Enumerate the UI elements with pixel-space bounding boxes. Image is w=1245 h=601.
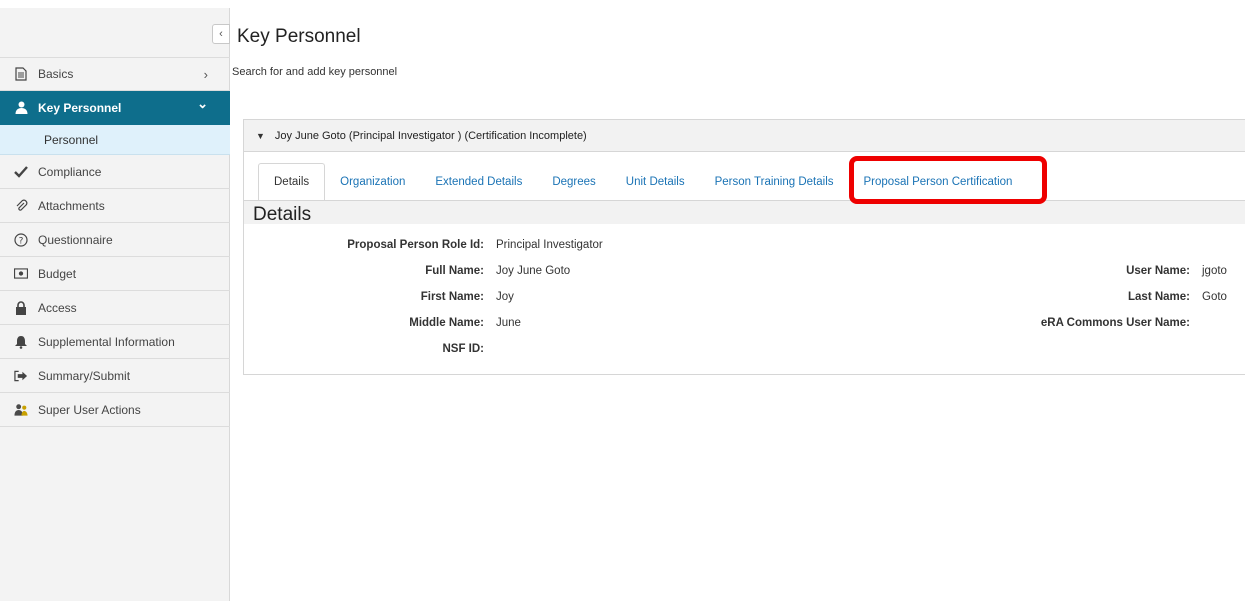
page-subtitle: Search for and add key personnel (232, 66, 398, 78)
sidebar-item-key-personnel[interactable]: Key Personnel ⌄ (0, 91, 230, 125)
personnel-panel: ▼ Joy June Goto (Principal Investigator … (243, 119, 1245, 375)
check-icon (14, 165, 28, 179)
tab-organization[interactable]: Organization (325, 164, 420, 200)
details-section-bar (244, 200, 1245, 224)
svg-text:?: ? (19, 236, 24, 246)
sidebar-item-super-user-actions[interactable]: Super User Actions (0, 393, 230, 427)
nsf-id-label: NSF ID: (442, 343, 484, 355)
chevron-down-icon: ⌄ (197, 96, 208, 111)
lock-icon (14, 300, 28, 315)
chevron-left-icon: ‹ (219, 28, 223, 40)
user-name-label: User Name: (1126, 265, 1190, 277)
full-name-value: Joy June Goto (496, 265, 571, 277)
user-name-value: jgoto (1202, 265, 1227, 277)
sidebar-item-supplemental-information[interactable]: Supplemental Information (0, 325, 230, 359)
tab-details[interactable]: Details (258, 163, 326, 200)
paperclip-icon (14, 199, 28, 213)
sidebar-subitem-label: Personnel (44, 132, 99, 147)
era-commons-label: eRA Commons User Name: (1040, 317, 1190, 329)
sidebar-item-label: Access (38, 300, 77, 315)
tab-person-training-details[interactable]: Person Training Details (700, 164, 849, 200)
sidebar-item-label: Key Personnel (38, 100, 122, 115)
sidebar-item-access[interactable]: Access (0, 291, 230, 325)
document-icon (14, 67, 28, 81)
first-name-label: First Name: (420, 291, 484, 303)
sidebar-item-attachments[interactable]: Attachments (0, 189, 230, 223)
question-circle-icon: ? (14, 232, 28, 247)
page-title: Key Personnel (237, 26, 361, 47)
sidebar: ‹ Basics › Key Personnel ⌄ Personnel Com… (0, 8, 230, 601)
sidebar-item-label: Summary/Submit (38, 368, 131, 383)
role-label: Proposal Person Role Id: (347, 239, 484, 251)
sidebar-item-compliance[interactable]: Compliance (0, 155, 230, 189)
sidebar-collapse-button[interactable]: ‹ (212, 24, 230, 44)
last-name-value: Goto (1202, 291, 1227, 303)
money-icon (14, 267, 28, 281)
full-name-label: Full Name: (425, 265, 484, 277)
last-name-label: Last Name: (1128, 291, 1190, 303)
personnel-panel-header[interactable]: ▼ Joy June Goto (Principal Investigator … (244, 120, 1245, 152)
middle-name-label: Middle Name: (409, 317, 484, 329)
role-value: Principal Investigator (496, 239, 603, 251)
middle-name-value: June (496, 317, 521, 329)
person-tabs: Details Organization Extended Details De… (258, 163, 1028, 200)
tab-proposal-person-certification[interactable]: Proposal Person Certification (849, 164, 1028, 200)
sidebar-item-budget[interactable]: Budget (0, 257, 230, 291)
sidebar-item-basics[interactable]: Basics › (0, 57, 230, 91)
sidebar-item-questionnaire[interactable]: ? Questionnaire (0, 223, 230, 257)
sidebar-nav: Basics › Key Personnel ⌄ Personnel Compl… (0, 57, 230, 427)
chevron-right-icon: › (203, 67, 208, 82)
sidebar-item-label: Attachments (38, 198, 105, 213)
sidebar-item-label: Questionnaire (38, 232, 113, 247)
sidebar-item-label: Basics (38, 67, 74, 81)
sidebar-item-label: Supplemental Information (38, 334, 175, 349)
submit-icon (14, 369, 28, 383)
personnel-panel-title: Joy June Goto (Principal Investigator ) … (274, 129, 587, 142)
bell-icon (14, 335, 28, 349)
sidebar-item-label: Compliance (38, 164, 102, 179)
tab-unit-details[interactable]: Unit Details (611, 164, 700, 200)
tab-extended-details[interactable]: Extended Details (420, 164, 537, 200)
first-name-value: Joy (496, 291, 514, 303)
sidebar-item-label: Super User Actions (38, 402, 141, 417)
sidebar-item-label: Budget (38, 266, 77, 281)
sidebar-item-summary-submit[interactable]: Summary/Submit (0, 359, 230, 393)
caret-down-icon: ▼ (256, 130, 265, 141)
person-icon (14, 101, 28, 115)
details-heading: Details (253, 204, 312, 225)
users-icon (14, 403, 28, 417)
tab-degrees[interactable]: Degrees (537, 164, 610, 200)
sidebar-subitem-personnel[interactable]: Personnel (0, 125, 230, 155)
